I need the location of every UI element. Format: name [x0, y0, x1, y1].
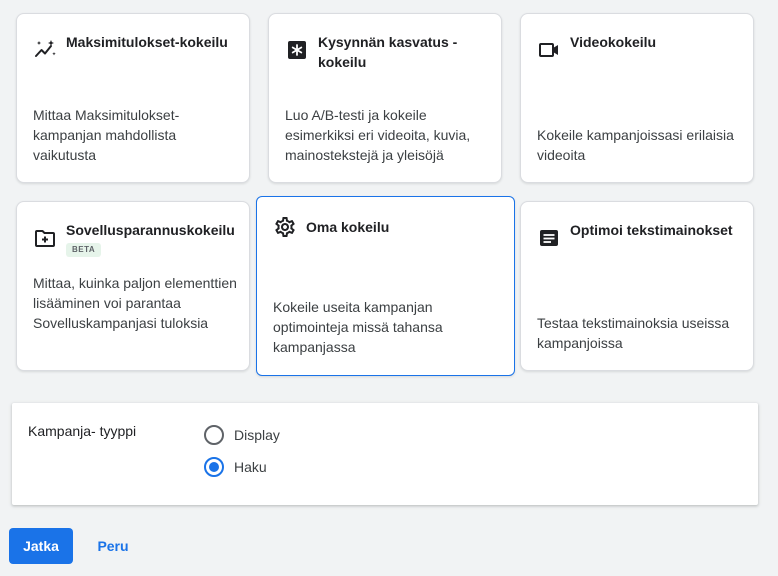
card-title: Sovellusparannuskokeilu — [66, 222, 235, 238]
continue-button[interactable]: Jatka — [9, 528, 73, 564]
card-description: Testaa tekstimainoksia useissa kampanjoi… — [537, 315, 730, 351]
asterisk-box-icon — [288, 41, 306, 59]
radio-button-haku[interactable] — [204, 457, 224, 477]
sparkle-trend-icon — [35, 40, 56, 57]
radio-option-display[interactable]: Display — [204, 425, 280, 445]
card-description: Kokeile kampanjoissasi erilaisia videoit… — [537, 127, 734, 163]
experiment-card-demand[interactable]: Kysynnän kasvatus -kokeilu Luo A/B-testi… — [268, 13, 502, 183]
card-title: Kysynnän kasvatus -kokeilu — [318, 34, 458, 70]
cancel-button[interactable]: Peru — [85, 528, 141, 564]
campaign-type-label: Kampanja- tyyppi — [28, 423, 137, 439]
experiment-card-custom[interactable]: Oma kokeilu Kokeile useita kampanjan opt… — [256, 196, 515, 376]
card-description: Luo A/B-testi ja kokeile esimerkiksi eri… — [285, 107, 471, 163]
experiment-card-maximize[interactable]: Maksimitulokset-kokeilu Mittaa Maksimitu… — [16, 13, 250, 183]
experiment-card-video[interactable]: Videokokeilu Kokeile kampanjoissasi eril… — [520, 13, 754, 183]
card-description: Mittaa Maksimitulokset-kampanjan mahdoll… — [33, 107, 180, 163]
radio-option-haku[interactable]: Haku — [204, 457, 267, 477]
card-title-block: Sovellusparannuskokeilu BETA — [66, 220, 237, 260]
card-title: Maksimitulokset-kokeilu — [66, 34, 228, 50]
gear-icon — [275, 217, 295, 237]
card-title: Oma kokeilu — [306, 219, 390, 235]
radio-button-display[interactable] — [204, 425, 224, 445]
text-ad-icon — [540, 230, 558, 246]
card-description: Kokeile useita kampanjan optimointeja mi… — [273, 299, 443, 355]
card-title: Videokokeilu — [570, 34, 657, 50]
radio-label-display: Display — [234, 427, 280, 443]
folder-plus-icon — [35, 230, 55, 247]
radio-label-haku: Haku — [234, 459, 267, 475]
experiment-card-text[interactable]: Optimoi tekstimainokset Testaa tekstimai… — [520, 201, 754, 371]
video-camera-icon — [539, 43, 558, 57]
beta-badge: BETA — [66, 243, 102, 257]
card-title: Optimoi tekstimainokset — [570, 222, 733, 238]
card-description: Mittaa, kuinka paljon elementtien lisääm… — [33, 275, 237, 331]
experiment-card-app[interactable]: Sovellusparannuskokeilu BETA Mittaa, kui… — [16, 201, 250, 371]
campaign-type-panel: Kampanja- tyyppi Display Haku — [12, 403, 758, 505]
